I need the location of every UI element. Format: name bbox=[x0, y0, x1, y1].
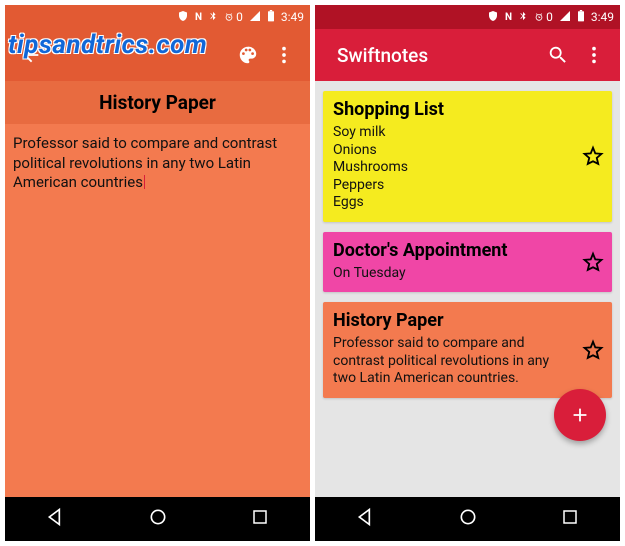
nfc-icon: N bbox=[505, 12, 512, 23]
note-title-input[interactable]: History Paper bbox=[5, 81, 310, 124]
phone-list: N 0 3:49 Swiftnotes Shopping List Soy mil… bbox=[315, 5, 620, 541]
alarm-icon: 0 bbox=[534, 10, 553, 24]
nav-bar bbox=[5, 497, 310, 541]
back-button[interactable] bbox=[19, 43, 43, 67]
battery-icon bbox=[577, 10, 585, 25]
appbar-list: Swiftnotes bbox=[315, 29, 620, 81]
nav-recent-button[interactable] bbox=[561, 508, 579, 530]
clock: 3:49 bbox=[281, 10, 304, 24]
nav-back-button[interactable] bbox=[46, 507, 66, 531]
note-card[interactable]: Doctor's Appointment On Tuesday bbox=[323, 232, 612, 293]
note-card[interactable]: History Paper Professor said to compare a… bbox=[323, 302, 612, 398]
phone-editor: N 0 3:49 bbox=[5, 5, 310, 541]
signal-icon bbox=[249, 10, 261, 25]
nav-home-button[interactable] bbox=[458, 507, 478, 531]
appbar-editor bbox=[5, 29, 310, 81]
signal-icon bbox=[559, 10, 571, 25]
app-title: Swiftnotes bbox=[337, 44, 540, 67]
note-body-text: Professor said to compare and contrast p… bbox=[13, 134, 277, 191]
shield-icon bbox=[177, 10, 189, 25]
note-card-title: History Paper bbox=[333, 310, 602, 331]
overflow-button[interactable] bbox=[582, 43, 606, 67]
text-cursor bbox=[144, 175, 145, 189]
nav-home-button[interactable] bbox=[148, 507, 168, 531]
nav-recent-button[interactable] bbox=[251, 508, 269, 530]
status-bar: N 0 3:49 bbox=[315, 5, 620, 29]
status-bar: N 0 3:49 bbox=[5, 5, 310, 29]
note-card-title: Doctor's Appointment bbox=[333, 240, 602, 261]
add-note-fab[interactable] bbox=[554, 389, 606, 441]
bluetooth-icon bbox=[518, 10, 528, 25]
note-card-body: Soy milk Onions Mushrooms Peppers Eggs bbox=[333, 124, 602, 212]
note-card-body: On Tuesday bbox=[333, 265, 602, 283]
overflow-button[interactable] bbox=[272, 43, 296, 67]
note-card-title: Shopping List bbox=[333, 99, 602, 120]
clock: 3:49 bbox=[591, 10, 614, 24]
star-icon[interactable] bbox=[582, 145, 604, 167]
bluetooth-icon bbox=[208, 10, 218, 25]
alarm-count: 0 bbox=[546, 10, 553, 24]
star-icon[interactable] bbox=[582, 339, 604, 361]
palette-button[interactable] bbox=[236, 43, 260, 67]
alarm-icon: 0 bbox=[224, 10, 243, 24]
search-button[interactable] bbox=[546, 43, 570, 67]
note-card-body: Professor said to compare and contrast p… bbox=[333, 335, 602, 388]
nav-back-button[interactable] bbox=[356, 507, 376, 531]
nfc-icon: N bbox=[195, 12, 202, 23]
nav-bar bbox=[315, 497, 620, 541]
alarm-count: 0 bbox=[236, 10, 243, 24]
note-editor: History Paper Professor said to compare … bbox=[5, 81, 310, 497]
notes-list[interactable]: Shopping List Soy milk Onions Mushrooms P… bbox=[315, 81, 620, 497]
shield-icon bbox=[487, 10, 499, 25]
star-icon[interactable] bbox=[582, 251, 604, 273]
note-body-input[interactable]: Professor said to compare and contrast p… bbox=[5, 124, 310, 203]
battery-icon bbox=[267, 10, 275, 25]
note-card[interactable]: Shopping List Soy milk Onions Mushrooms P… bbox=[323, 91, 612, 222]
